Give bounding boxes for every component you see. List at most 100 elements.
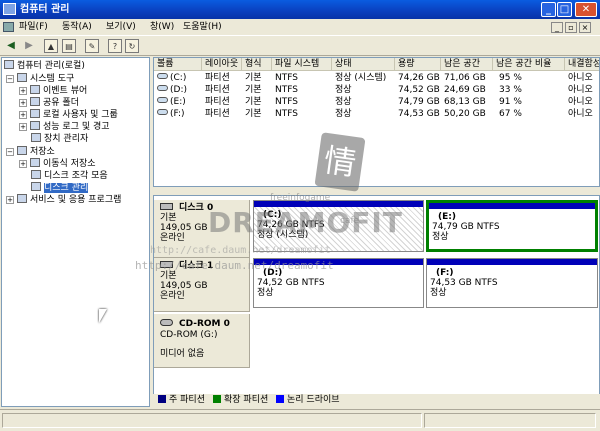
filesystem-cell: NTFS: [275, 85, 298, 95]
tree-item-root[interactable]: 컴퓨터 관리(로컬): [4, 60, 85, 72]
status-pane: [2, 413, 422, 428]
users-icon: [30, 109, 40, 118]
expand-icon[interactable]: +: [19, 160, 27, 168]
partition-status: 정상: [257, 288, 274, 298]
tree-item-defrag[interactable]: 디스크 조각 모음: [31, 170, 108, 182]
horizontal-splitter[interactable]: [153, 187, 600, 195]
free-space-cell: 68,13 GB: [444, 97, 486, 107]
tree-item-local-users[interactable]: + 로컬 사용자 및 그룹: [19, 109, 118, 121]
status-cell: 정상: [335, 85, 352, 95]
collapse-icon[interactable]: −: [6, 75, 14, 83]
mdi-minimize-button[interactable]: _: [551, 22, 563, 33]
partition-c[interactable]: (C:) 74,26 GB NTFS 정상 (시스템): [253, 200, 424, 252]
cdrom-0-label[interactable]: CD-ROM 0 CD-ROM (G:) 미디어 없음: [154, 314, 250, 368]
disk-1-label[interactable]: 디스크 1 기본 149,05 GB 온라인: [154, 258, 250, 312]
partition-d[interactable]: (D:) 74,52 GB NTFS 정상: [253, 258, 424, 308]
computer-management-icon: [3, 3, 16, 15]
volume-cell: (F:): [154, 108, 202, 120]
disk-type: 기본: [160, 271, 177, 281]
show-hide-tree-icon[interactable]: ▤: [62, 39, 76, 53]
legend-swatch: [276, 395, 284, 403]
help-icon[interactable]: ?: [108, 39, 122, 53]
column-header[interactable]: 파일 시스템: [272, 58, 332, 71]
fault-tolerance-cell: 아니오: [568, 73, 593, 83]
device-manager-icon: [31, 133, 41, 142]
column-header[interactable]: 내결함성: [565, 58, 599, 71]
minimize-button[interactable]: _: [541, 2, 556, 17]
column-header[interactable]: 용량: [395, 58, 441, 71]
disk-type: 기본: [160, 213, 177, 223]
fault-tolerance-cell: 아니오: [568, 85, 593, 95]
partition-f[interactable]: (F:) 74,53 GB NTFS 정상: [426, 258, 598, 308]
mdi-restore-button[interactable]: ▫: [565, 22, 577, 33]
computer-management-window: 컴퓨터 관리 _ □ ✕ 파일(F) 동작(A) 보기(V) 창(W) 도움말(…: [0, 0, 600, 431]
tree-item-services[interactable]: + 서비스 및 응용 프로그램: [6, 194, 121, 206]
properties-icon[interactable]: ✎: [85, 39, 99, 53]
tree-item-removable-storage[interactable]: + 이동식 저장소: [19, 158, 96, 170]
cd-drive-icon: [160, 319, 173, 326]
tree-item-shared-folders[interactable]: + 공유 폴더: [19, 97, 79, 109]
column-header[interactable]: 상태: [332, 58, 395, 71]
menu-bar: 파일(F) 동작(A) 보기(V) 창(W) 도움말(H) _ ▫ ×: [0, 19, 600, 36]
forward-arrow-icon[interactable]: ▶: [22, 39, 36, 53]
menu-file[interactable]: 파일(F): [19, 19, 48, 36]
cdrom-drive: CD-ROM (G:): [160, 330, 218, 340]
partition-info: 74,26 GB NTFS: [257, 220, 325, 230]
expand-icon[interactable]: +: [19, 99, 27, 107]
status-cell: 정상 (시스템): [335, 73, 387, 83]
close-button[interactable]: ✕: [575, 2, 597, 17]
menu-action[interactable]: 동작(A): [62, 19, 92, 36]
column-header[interactable]: 볼륨: [154, 58, 202, 71]
mdi-close-button[interactable]: ×: [579, 22, 591, 33]
storage-icon: [17, 146, 27, 155]
legend-primary: 주 파티션: [158, 394, 205, 407]
free-percent-cell: 67 %: [499, 109, 522, 119]
back-arrow-icon[interactable]: ◀: [4, 39, 18, 53]
expand-icon[interactable]: +: [19, 87, 27, 95]
menu-view[interactable]: 보기(V): [106, 19, 136, 36]
tree-item-disk-management[interactable]: 디스크 관리: [31, 182, 89, 194]
expand-icon[interactable]: +: [19, 111, 27, 119]
drive-icon: [157, 97, 168, 103]
disk-size: 149,05 GB: [160, 223, 208, 233]
capacity-cell: 74,26 GB: [398, 73, 440, 83]
column-header[interactable]: 레이아웃: [202, 58, 242, 71]
refresh-icon[interactable]: ↻: [125, 39, 139, 53]
partition-label: (F:): [436, 268, 454, 278]
partition-e[interactable]: (E:) 74,79 GB NTFS 정상: [426, 200, 598, 252]
tree-item-device-manager[interactable]: 장치 관리자: [31, 133, 88, 145]
partition-status: 정상 (시스템): [257, 230, 309, 240]
mouse-pointer-icon: [99, 309, 107, 323]
free-percent-cell: 95 %: [499, 73, 522, 83]
maximize-button[interactable]: □: [557, 2, 572, 17]
title-bar[interactable]: 컴퓨터 관리 _ □ ✕: [0, 0, 600, 19]
collapse-icon[interactable]: −: [6, 148, 14, 156]
legend-swatch: [213, 395, 221, 403]
column-header[interactable]: 형식: [242, 58, 272, 71]
up-folder-icon[interactable]: ▲: [44, 39, 58, 53]
mdi-window-icon[interactable]: [3, 22, 14, 32]
free-percent-cell: 91 %: [499, 97, 522, 107]
hard-disk-icon: [160, 203, 173, 210]
menu-help[interactable]: 도움말(H): [183, 19, 222, 36]
tree-item-perf-logs[interactable]: + 성능 로그 및 경고: [19, 121, 110, 133]
column-header[interactable]: 남은 공간 비율: [493, 58, 565, 71]
partition-label: (C:): [263, 210, 282, 220]
computer-icon: [4, 60, 14, 69]
column-header[interactable]: 남은 공간: [441, 58, 493, 71]
expand-icon[interactable]: +: [19, 123, 27, 131]
legend-swatch: [158, 395, 166, 403]
disk-status: 온라인: [160, 291, 185, 301]
layout-cell: 파티션: [205, 73, 230, 83]
tree-item-storage[interactable]: − 저장소: [6, 146, 55, 158]
tree-item-system-tools[interactable]: − 시스템 도구: [6, 73, 74, 85]
disk-0-label[interactable]: 디스크 0 기본 149,05 GB 온라인: [154, 200, 250, 258]
expand-icon[interactable]: +: [6, 196, 14, 204]
menu-window[interactable]: 창(W): [150, 19, 174, 36]
capacity-cell: 74,53 GB: [398, 109, 440, 119]
event-viewer-icon: [30, 85, 40, 94]
performance-icon: [30, 121, 40, 130]
tree-item-event-viewer[interactable]: + 이벤트 뷰어: [19, 85, 87, 97]
layout-cell: 파티션: [205, 85, 230, 95]
status-cell: 정상: [335, 109, 352, 119]
